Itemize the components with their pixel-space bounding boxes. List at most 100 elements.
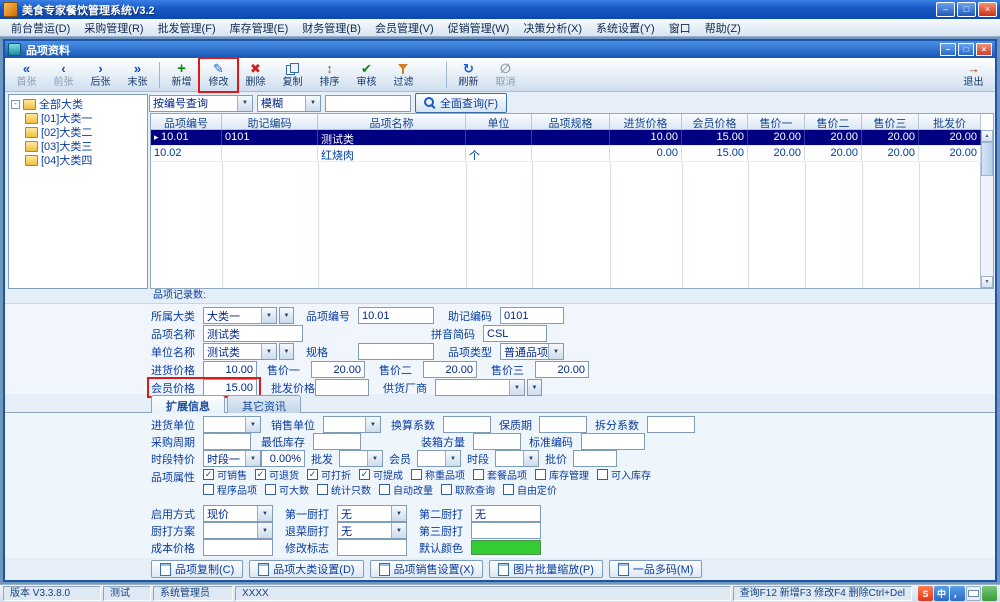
search-keyword-input[interactable] (325, 95, 411, 112)
kitchen-plan-select[interactable] (203, 522, 273, 539)
return-kitchen-select[interactable]: 无 (337, 522, 407, 539)
next-record-button[interactable]: › 后张 (82, 59, 119, 91)
filter-button[interactable]: 过滤 (385, 59, 422, 91)
multi-barcode-button[interactable]: 一品多码(M) (609, 560, 703, 578)
chevron-down-icon[interactable]: ▼ (279, 343, 294, 360)
item-type-select[interactable]: 普通品项 (500, 343, 564, 360)
delete-button[interactable]: ✖ 删除 (237, 59, 274, 91)
column-header[interactable]: 助记编码 (222, 114, 318, 130)
shelf-life-input[interactable] (539, 416, 587, 433)
member-price-input[interactable] (203, 379, 257, 396)
column-header[interactable]: 批发价 (919, 114, 981, 130)
search-scope-select[interactable]: 按编号查询 (149, 95, 253, 112)
attr-checkbox[interactable]: 取款查询 (441, 482, 495, 497)
sale-unit-select[interactable] (323, 416, 381, 433)
window-minimize-icon[interactable]: – (940, 43, 956, 56)
min-stock-input[interactable] (313, 433, 361, 450)
vertical-scrollbar[interactable] (980, 130, 993, 288)
sogou-icon[interactable]: S (918, 586, 933, 601)
menu-inventory[interactable]: 库存管理(E) (223, 18, 296, 38)
menu-analysis[interactable]: 决策分析(X) (516, 18, 589, 38)
minimize-icon[interactable]: – (936, 2, 955, 17)
tree-item-category-02[interactable]: [02]大类二 (11, 125, 145, 139)
attr-checkbox[interactable]: 可大数 (265, 482, 309, 497)
standard-code-input[interactable] (581, 433, 645, 450)
supplier-select[interactable] (435, 379, 525, 396)
column-header[interactable]: 品项名称 (318, 114, 466, 130)
last-record-button[interactable]: » 末张 (119, 59, 156, 91)
wholesale-price-input[interactable] (315, 379, 369, 396)
chevron-down-icon[interactable]: ▼ (279, 307, 294, 324)
full-search-button[interactable]: 全面查询(F) (415, 93, 507, 113)
scroll-up-icon[interactable] (981, 130, 993, 142)
item-code-input[interactable] (358, 307, 434, 324)
cancel-button[interactable]: ∅ 取消 (487, 59, 524, 91)
add-button[interactable]: + 新增 (163, 59, 200, 91)
attr-checkbox[interactable]: 统计只数 (317, 482, 371, 497)
sp-member-select[interactable] (417, 450, 461, 467)
tree-item-category-01[interactable]: [01]大类一 (11, 111, 145, 125)
menu-promotion[interactable]: 促销管理(W) (441, 18, 517, 38)
attr-checkbox[interactable]: 程序品项 (203, 482, 257, 497)
tab-other-info[interactable]: 其它资讯 (227, 395, 301, 413)
category-settings-button[interactable]: 品项大类设置(D) (249, 560, 363, 578)
category-select[interactable]: 大类一 (203, 307, 277, 324)
spec-input[interactable] (358, 343, 434, 360)
scrollbar-thumb[interactable] (981, 142, 993, 176)
purchase-cycle-input[interactable] (203, 433, 251, 450)
special-percent-input[interactable] (261, 450, 305, 467)
sort-button[interactable]: ↕ 排序 (311, 59, 348, 91)
tree-item-category-03[interactable]: [03]大类三 (11, 139, 145, 153)
soft-keyboard-icon[interactable] (966, 586, 981, 601)
column-header[interactable]: 售价三 (862, 114, 919, 130)
audit-button[interactable]: ✔ 审核 (348, 59, 385, 91)
menu-front-office[interactable]: 前台营运(D) (4, 18, 77, 38)
attr-checkbox[interactable]: 套餐品项 (473, 467, 527, 482)
exit-button[interactable]: → 退出 (955, 59, 992, 91)
kitchen1-select[interactable]: 无 (337, 505, 407, 522)
attr-checkbox[interactable]: 自动改量 (379, 482, 433, 497)
item-name-input[interactable] (203, 325, 303, 342)
attr-checkbox[interactable]: 可入库存 (597, 467, 651, 482)
mnemonic-input[interactable] (500, 307, 564, 324)
attr-checkbox[interactable]: 可打折 (307, 467, 351, 482)
chinese-mode-icon[interactable]: 中 (934, 586, 949, 601)
menu-window[interactable]: 窗口 (662, 18, 698, 38)
price3-input[interactable] (535, 361, 589, 378)
sales-settings-button[interactable]: 品项销售设置(X) (370, 560, 484, 578)
first-record-button[interactable]: « 首张 (8, 59, 45, 91)
grid-row[interactable]: 10.02 红烧肉 个 0.00 15.00 20.00 20.00 20.00… (151, 146, 981, 162)
menu-wholesale[interactable]: 批发管理(F) (151, 18, 223, 38)
punctuation-icon[interactable]: ， (950, 586, 965, 601)
price1-input[interactable] (311, 361, 365, 378)
attr-checkbox[interactable]: 库存管理 (535, 467, 589, 482)
tree-root-all-categories[interactable]: 全部大类 (11, 97, 145, 111)
attr-checkbox[interactable]: 称重品项 (411, 467, 465, 482)
search-mode-select[interactable]: 模糊 (257, 95, 321, 112)
modify-flag-input[interactable] (337, 539, 407, 556)
column-header[interactable]: 品项编号 (151, 114, 222, 130)
attr-checkbox[interactable]: 可退货 (255, 467, 299, 482)
collapse-icon[interactable] (11, 100, 20, 109)
menu-purchase[interactable]: 采购管理(R) (77, 18, 150, 38)
column-header[interactable]: 进货价格 (610, 114, 682, 130)
column-header[interactable]: 品项规格 (532, 114, 610, 130)
window-close-icon[interactable]: × (976, 43, 992, 56)
attr-checkbox[interactable]: 可销售 (203, 467, 247, 482)
sp-price-input[interactable] (573, 450, 617, 467)
cost-price-input[interactable] (203, 539, 273, 556)
tab-extended-info[interactable]: 扩展信息 (151, 395, 225, 413)
item-copy-button[interactable]: 品项复制(C) (151, 560, 243, 578)
enable-mode-select[interactable]: 现价 (203, 505, 273, 522)
column-header[interactable]: 会员价格 (682, 114, 748, 130)
tree-item-category-04[interactable]: [04]大类四 (11, 153, 145, 167)
menu-help[interactable]: 帮助(Z) (698, 18, 748, 38)
column-header[interactable]: 单位 (466, 114, 532, 130)
unit-select[interactable]: 测试类 (203, 343, 277, 360)
purchase-price-input[interactable] (203, 361, 257, 378)
menu-settings[interactable]: 系统设置(Y) (589, 18, 662, 38)
split-factor-input[interactable] (647, 416, 695, 433)
close-icon[interactable]: × (978, 2, 997, 17)
image-batch-resize-button[interactable]: 图片批量缩放(P) (489, 560, 603, 578)
refresh-button[interactable]: ↻ 刷新 (450, 59, 487, 91)
